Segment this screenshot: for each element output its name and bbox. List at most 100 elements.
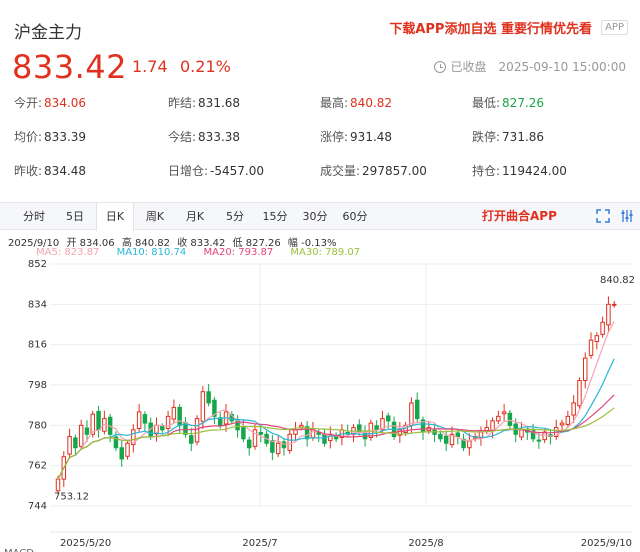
candle-body xyxy=(136,411,142,429)
candle-body xyxy=(536,439,542,442)
tab-5min[interactable]: 5分 xyxy=(216,203,254,231)
quote-header: 沪金主力 下载APP添加自选 重要行情优先看 APP 833.42 1.74 0… xyxy=(0,0,640,90)
ma30-line xyxy=(57,407,615,480)
candle-body xyxy=(594,335,600,343)
candle-body xyxy=(582,357,588,382)
y-tick-label: 816 xyxy=(28,340,47,351)
y-tick-label: 780 xyxy=(28,420,47,431)
stat-open: 今开: 834.06 xyxy=(14,96,87,110)
stat-settle: 今结: 833.38 xyxy=(168,130,241,144)
stat-limit-down: 跌停: 731.86 xyxy=(472,130,545,144)
candle-body xyxy=(414,399,420,420)
tab-60min[interactable]: 60分 xyxy=(336,203,374,231)
candle-body xyxy=(501,411,507,415)
stat-volume: 成交量: 297857.00 xyxy=(320,164,427,178)
candle-body xyxy=(310,429,316,438)
candle-body xyxy=(606,303,611,326)
tab-weekly-k[interactable]: 周K xyxy=(136,203,174,231)
x-tick-label: 2025/5/20 xyxy=(60,538,111,549)
download-app-promo[interactable]: 下载APP添加自选 重要行情优先看 xyxy=(389,18,592,37)
price-change: 1.74 xyxy=(132,57,168,76)
candle-body xyxy=(438,433,443,440)
candle-body xyxy=(189,435,194,444)
last-price: 833.42 xyxy=(12,48,127,86)
macd-label: MACD xyxy=(4,548,34,552)
candle-body xyxy=(519,429,524,438)
candle-body xyxy=(206,391,211,404)
candle-body xyxy=(409,402,414,426)
y-tick-label: 852 xyxy=(28,259,47,270)
candle-body xyxy=(96,410,101,431)
open-app-button[interactable]: 打开曲合APP xyxy=(482,203,557,230)
stat-limit-up: 涨停: 931.48 xyxy=(320,130,393,144)
stats-row: 今开: 834.06 昨结: 831.68 最高: 840.82 最低: 827.26 xyxy=(0,94,640,118)
candle-body xyxy=(200,391,206,422)
x-tick-label: 2025/7 xyxy=(242,538,277,549)
stats-row: 均价: 833.39 今结: 833.38 涨停: 931.48 跌停: 731.86 xyxy=(0,128,640,152)
tab-daily-k[interactable]: 日K xyxy=(96,203,134,231)
stat-prev-settle: 昨结: 831.68 xyxy=(168,96,241,110)
y-tick-label: 834 xyxy=(28,299,47,310)
candle-body xyxy=(241,426,246,440)
candle-body xyxy=(467,440,472,449)
candle-body xyxy=(588,339,594,356)
candle-body xyxy=(496,415,501,422)
candle-body xyxy=(293,429,298,435)
candle-body xyxy=(67,436,72,455)
candle-body xyxy=(171,406,177,420)
x-tick-label: 2025/8 xyxy=(408,538,443,549)
candle-body xyxy=(142,414,148,424)
candle-body xyxy=(490,420,495,431)
candle-body xyxy=(78,424,84,447)
max-price-label: 840.82 xyxy=(600,275,635,286)
stat-high: 最高: 840.82 xyxy=(320,96,393,110)
candle-body xyxy=(287,433,292,451)
stats-row: 昨收: 834.48 日增仓: -5457.00 成交量: 297857.00 持仓:… xyxy=(0,162,640,186)
candle-body xyxy=(559,422,565,426)
y-tick-label: 762 xyxy=(28,461,47,472)
candle-body xyxy=(160,426,165,431)
candle-body xyxy=(455,432,461,438)
x-tick-label: 2025/9/10 xyxy=(581,538,632,549)
tab-30min[interactable]: 30分 xyxy=(296,203,334,231)
market-status: 已收盘 2025-09-10 15:00:00 xyxy=(433,58,626,75)
candle-body xyxy=(507,412,513,426)
min-price-label: 753.12 xyxy=(54,492,89,503)
candle-body xyxy=(299,424,304,428)
stat-low: 最低: 827.26 xyxy=(472,96,545,110)
candle-body xyxy=(565,415,571,425)
candle-body xyxy=(322,433,327,444)
candlestick-chart[interactable]: 852 834 816 798 780 762 744 840.82 753.12 2025/5/… xyxy=(0,256,640,552)
candle-body xyxy=(270,440,275,453)
candle-body xyxy=(577,380,582,407)
fullscreen-icon[interactable] xyxy=(596,209,610,223)
y-tick-label: 798 xyxy=(28,380,47,391)
candle-body xyxy=(386,415,391,422)
candle-body xyxy=(374,425,379,431)
settings-icon[interactable] xyxy=(620,209,634,223)
candle-body xyxy=(125,442,130,457)
candle-body xyxy=(258,432,264,435)
status-datetime: 2025-09-10 15:00:00 xyxy=(498,59,626,74)
app-badge: APP xyxy=(601,20,628,35)
candle-body xyxy=(194,418,200,443)
stat-oi-change: 日增仓: -5457.00 xyxy=(168,164,264,178)
candle-body xyxy=(611,303,617,306)
tab-5day[interactable]: 5日 xyxy=(56,203,94,231)
tab-monthly-k[interactable]: 月K xyxy=(176,203,214,231)
tab-intraday[interactable]: 分时 xyxy=(14,203,54,231)
stat-open-interest: 持仓: 119424.00 xyxy=(472,164,567,178)
stat-prev-close: 昨收: 834.48 xyxy=(14,164,87,178)
status-label: 已收盘 xyxy=(450,60,487,74)
ma10-line xyxy=(57,358,615,480)
tab-15min[interactable]: 15分 xyxy=(256,203,294,231)
price-change-percent: 0.21% xyxy=(180,57,231,76)
stat-avg: 均价: 833.39 xyxy=(14,130,87,144)
instrument-title: 沪金主力 xyxy=(14,23,82,43)
candle-body xyxy=(571,402,576,416)
candle-body xyxy=(55,478,61,492)
candle-body xyxy=(177,406,182,426)
candle-body xyxy=(73,437,78,449)
candle-body xyxy=(84,427,90,435)
period-tabbar: 分时 5日 日K 周K 月K 5分 15分 30分 60分 打开曲合APP xyxy=(0,202,640,231)
